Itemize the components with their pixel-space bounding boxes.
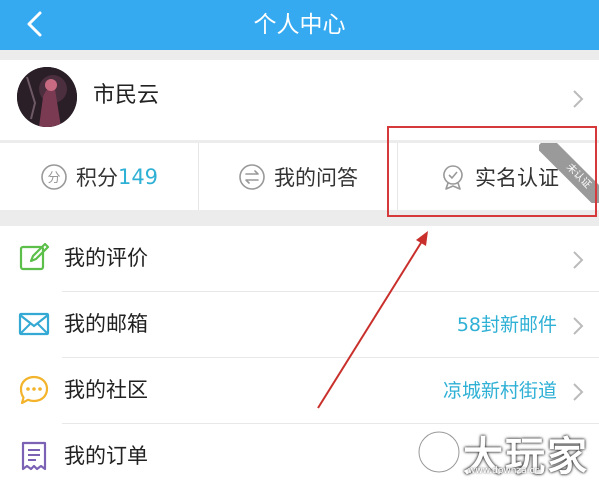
- avatar[interactable]: [17, 67, 77, 127]
- qa-icon: [239, 163, 265, 190]
- page-title: 个人中心: [253, 12, 346, 38]
- watermark: 大玩家 www.downza.cn: [413, 418, 593, 486]
- highlight-box: [387, 126, 597, 217]
- watermark-url: www.downza.cn: [468, 466, 541, 476]
- chevron-right-icon: [573, 251, 584, 269]
- points-label: 积分: [75, 165, 118, 190]
- points-icon: 分: [41, 163, 67, 190]
- username: 市民云: [93, 83, 160, 108]
- menu-item-mailbox[interactable]: 我的邮箱 58封新邮件: [0, 292, 599, 358]
- menu-item-reviews[interactable]: 我的评价: [0, 226, 599, 292]
- chevron-right-icon: [573, 90, 584, 108]
- qa-label: 我的问答: [274, 165, 358, 190]
- mail-icon: [18, 312, 50, 336]
- points-value: 149: [117, 164, 159, 189]
- edit-icon: [19, 242, 50, 271]
- chat-icon: [19, 375, 49, 405]
- svg-text:分: 分: [47, 171, 60, 186]
- chevron-right-icon: [573, 317, 584, 335]
- watermark-logo-icon: [416, 429, 462, 475]
- points-stat[interactable]: 分 积分 149: [0, 143, 198, 210]
- chevron-right-icon: [573, 383, 584, 401]
- header-bar: 个人中心: [0, 0, 599, 50]
- qa-stat[interactable]: 我的问答: [199, 143, 397, 210]
- order-icon: [21, 441, 47, 471]
- menu-item-community[interactable]: 我的社区 凉城新村街道: [0, 358, 599, 424]
